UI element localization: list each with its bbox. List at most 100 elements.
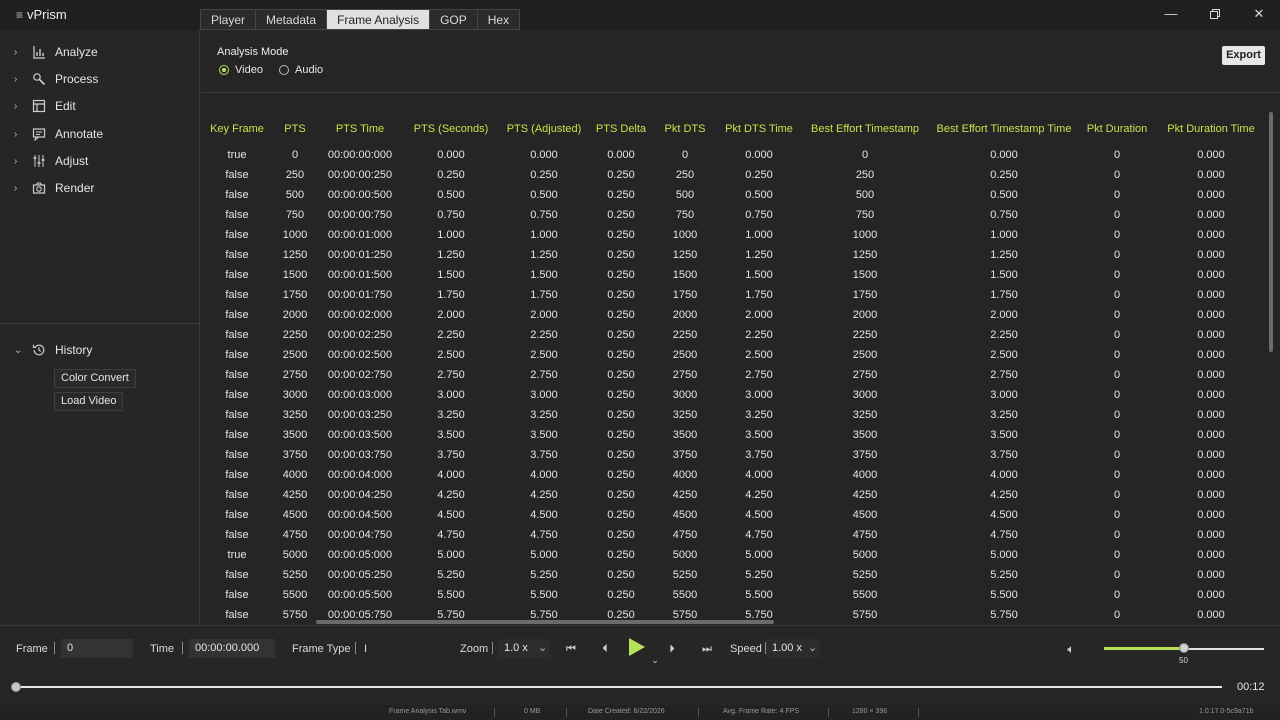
- sidebar-item-adjust[interactable]: › Adjust: [0, 150, 200, 172]
- frame-input[interactable]: 0: [61, 639, 133, 658]
- table-row[interactable]: false 750 00:00:00:750 0.750 0.750 0.250 750 0.…: [201, 205, 1267, 225]
- seek-bar-thumb[interactable]: [11, 682, 21, 692]
- export-button[interactable]: Export: [1222, 46, 1265, 65]
- table-cell: 3.000: [530, 389, 558, 401]
- table-row[interactable]: false 1250 00:00:01:250 1.250 1.250 0.250 1250…: [201, 245, 1267, 265]
- history-entry-load-video[interactable]: Load Video: [54, 392, 124, 411]
- column-header[interactable]: Best Effort Timestamp Time: [929, 118, 1079, 140]
- table-row[interactable]: false 4750 00:00:04:750 4.750 4.750 0.250 4750…: [201, 525, 1267, 545]
- table-cell: 0: [1113, 509, 1121, 521]
- radio-unselected-icon[interactable]: [279, 65, 289, 75]
- history-entry-color-convert[interactable]: Color Convert: [54, 369, 136, 388]
- chevron-right-icon[interactable]: ›: [14, 183, 17, 194]
- table-cell: 4250: [852, 489, 878, 501]
- chevron-right-icon[interactable]: ›: [14, 74, 17, 85]
- table-row[interactable]: false 1750 00:00:01:750 1.750 1.750 0.250 1750…: [201, 285, 1267, 305]
- sidebar-item-process[interactable]: › Process: [0, 68, 200, 90]
- chevron-down-icon[interactable]: ⌄: [14, 345, 22, 356]
- table-cell: 0.000: [607, 149, 635, 161]
- column-header[interactable]: Best Effort Timestamp: [801, 118, 929, 140]
- table-row[interactable]: false 3000 00:00:03:000 3.000 3.000 0.250 3000…: [201, 385, 1267, 405]
- radio-selected-icon[interactable]: [219, 65, 229, 75]
- sidebar-item-edit[interactable]: › Edit: [0, 95, 200, 117]
- table-row[interactable]: false 1500 00:00:01:500 1.500 1.500 0.250 1500…: [201, 265, 1267, 285]
- table-row[interactable]: false 2250 00:00:02:250 2.250 2.250 0.250 2250…: [201, 325, 1267, 345]
- table-cell: 5.000: [437, 549, 465, 561]
- column-header[interactable]: Pkt DTS Time: [717, 118, 801, 140]
- column-header[interactable]: PTS (Seconds): [403, 118, 499, 140]
- skip-to-start-icon[interactable]: ⏮: [560, 639, 582, 659]
- table-cell: 2.000: [437, 309, 465, 321]
- table-row[interactable]: false 1000 00:00:01:000 1.000 1.000 0.250 1000…: [201, 225, 1267, 245]
- tab-hex[interactable]: Hex: [476, 9, 521, 30]
- column-header[interactable]: PTS Time: [317, 118, 403, 140]
- minimize-icon[interactable]: —: [1161, 6, 1181, 24]
- column-header[interactable]: Pkt Duration Time: [1155, 118, 1267, 140]
- skip-to-end-icon[interactable]: ⏭: [696, 639, 718, 659]
- step-back-icon[interactable]: ⏴: [594, 639, 616, 659]
- radio-audio[interactable]: Audio: [279, 64, 323, 76]
- table-row[interactable]: true 0 00:00:00:000 0.000 0.000 0.000 0 0.000 0 0…: [201, 145, 1267, 165]
- table-row[interactable]: false 500 00:00:00:500 0.500 0.500 0.250 500 0.…: [201, 185, 1267, 205]
- column-header[interactable]: Key Frame: [201, 118, 273, 140]
- table-row[interactable]: false 2500 00:00:02:500 2.500 2.500 0.250 2500…: [201, 345, 1267, 365]
- zoom-select[interactable]: 1.0 x ⌄: [498, 639, 550, 658]
- frame-table-container[interactable]: Key Frame PTS PTS Time PTS (Seconds) PTS…: [201, 118, 1267, 620]
- table-row[interactable]: false 250 00:00:00:250 0.250 0.250 0.250 250 0.…: [201, 165, 1267, 185]
- table-cell: 2750: [672, 369, 698, 381]
- table-row[interactable]: false 2000 00:00:02:000 2.000 2.000 0.250 2000…: [201, 305, 1267, 325]
- time-input[interactable]: 00:00:00.000: [189, 639, 275, 658]
- play-icon[interactable]: [629, 638, 645, 656]
- tab-metadata[interactable]: Metadata: [255, 9, 327, 30]
- table-row[interactable]: false 3500 00:00:03:500 3.500 3.500 0.250 3500…: [201, 425, 1267, 445]
- table-row[interactable]: false 3250 00:00:03:250 3.250 3.250 0.250 3250…: [201, 405, 1267, 425]
- table-cell: 5.250: [745, 569, 773, 581]
- sidebar-item-analyze[interactable]: › Analyze: [0, 41, 200, 63]
- tab-frame-analysis[interactable]: Frame Analysis: [326, 9, 430, 30]
- table-row[interactable]: false 5500 00:00:05:500 5.500 5.500 0.250 5500…: [201, 585, 1267, 605]
- chevron-right-icon[interactable]: ›: [14, 47, 17, 58]
- vertical-scrollbar[interactable]: [1269, 112, 1273, 352]
- chevron-right-icon[interactable]: ›: [14, 101, 17, 112]
- table-row[interactable]: false 4500 00:00:04:500 4.500 4.500 0.250 4500…: [201, 505, 1267, 525]
- volume-slider-thumb[interactable]: [1179, 643, 1189, 653]
- table-row[interactable]: false 4000 00:00:04:000 4.000 4.000 0.250 4000…: [201, 465, 1267, 485]
- chevron-down-icon[interactable]: ⌄: [538, 639, 547, 658]
- table-cell: false: [225, 409, 249, 421]
- speed-select[interactable]: 1.00 x ⌄: [766, 639, 820, 658]
- column-header[interactable]: PTS Delta: [589, 118, 653, 140]
- column-header[interactable]: Pkt Duration: [1079, 118, 1155, 140]
- volume-icon[interactable]: 🔈︎: [1060, 639, 1082, 659]
- column-header[interactable]: PTS (Adjusted): [499, 118, 589, 140]
- tab-gop[interactable]: GOP: [429, 9, 477, 30]
- app-menu[interactable]: ≡ vPrism: [16, 7, 67, 22]
- radio-video[interactable]: Video: [219, 64, 263, 76]
- close-icon[interactable]: ✕: [1249, 6, 1269, 24]
- seek-bar-track[interactable]: [16, 686, 1222, 688]
- column-header[interactable]: Pkt DTS: [653, 118, 717, 140]
- table-row[interactable]: true 5000 00:00:05:000 5.000 5.000 0.250 5000 5…: [201, 545, 1267, 565]
- table-cell: 3.750: [990, 449, 1018, 461]
- table-row[interactable]: false 5250 00:00:05:250 5.250 5.250 0.250 5250…: [201, 565, 1267, 585]
- table-cell: 0.000: [1197, 329, 1225, 341]
- sidebar-item-annotate[interactable]: › Annotate: [0, 123, 200, 145]
- horizontal-scrollbar[interactable]: [316, 620, 774, 624]
- table-row[interactable]: false 3750 00:00:03:750 3.750 3.750 0.250 3750…: [201, 445, 1267, 465]
- table-cell: 4750: [282, 529, 308, 541]
- table-cell: 00:00:01:000: [327, 229, 393, 241]
- table-row[interactable]: false 2750 00:00:02:750 2.750 2.750 0.250 2750…: [201, 365, 1267, 385]
- maximize-icon[interactable]: [1205, 6, 1225, 24]
- table-cell: 4.750: [530, 529, 558, 541]
- table-cell: 00:00:03:500: [327, 429, 393, 441]
- sidebar-item-history[interactable]: ⌄ History: [0, 339, 200, 361]
- tab-player[interactable]: Player: [200, 9, 256, 30]
- sidebar-item-render[interactable]: › Render: [0, 177, 200, 199]
- table-row[interactable]: false 5750 00:00:05:750 5.750 5.750 0.250 5750…: [201, 605, 1267, 620]
- table-row[interactable]: false 4250 00:00:04:250 4.250 4.250 0.250 4250…: [201, 485, 1267, 505]
- chevron-right-icon[interactable]: ›: [14, 156, 17, 167]
- step-forward-icon[interactable]: ⏵: [661, 639, 683, 659]
- hamburger-icon[interactable]: ≡: [16, 8, 23, 22]
- column-header[interactable]: PTS: [273, 118, 317, 140]
- chevron-right-icon[interactable]: ›: [14, 129, 17, 140]
- chevron-down-icon[interactable]: ⌄: [808, 639, 817, 658]
